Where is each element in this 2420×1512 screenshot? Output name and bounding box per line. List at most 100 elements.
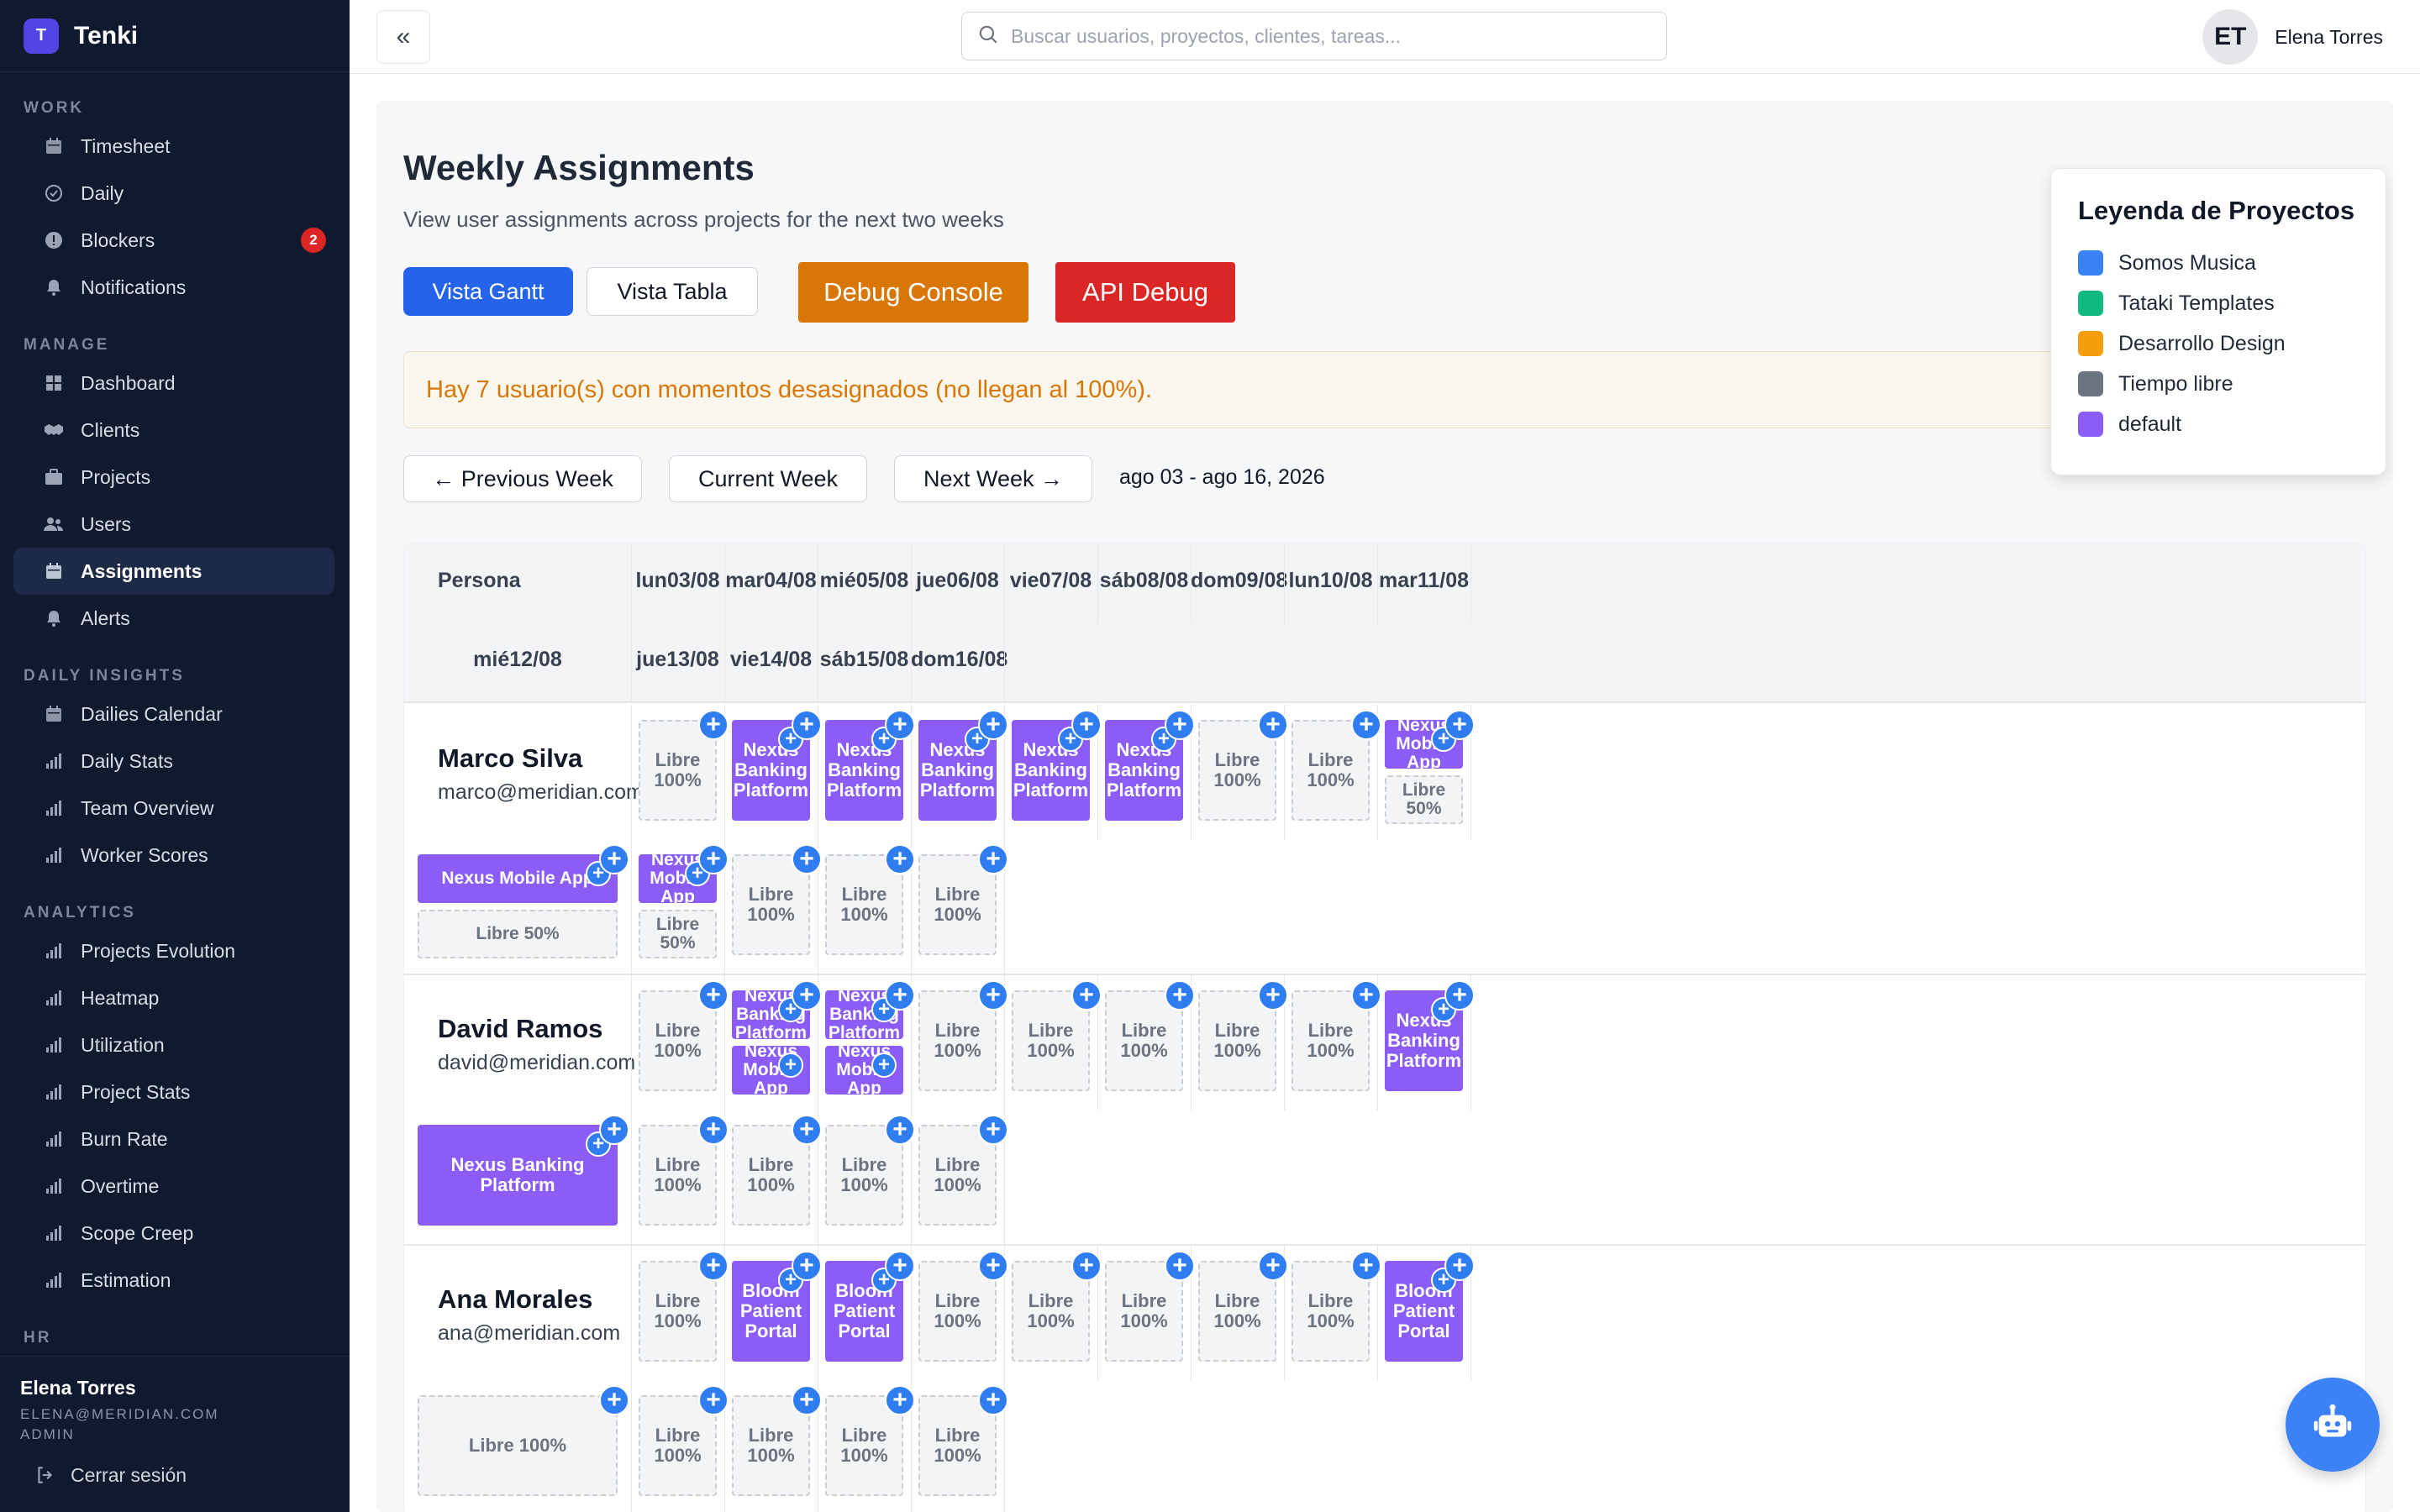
add-assignment-button[interactable]: + [1071, 710, 1102, 740]
add-assignment-button[interactable]: + [885, 1385, 915, 1415]
sidebar-item-daily[interactable]: Daily [13, 170, 334, 217]
free-slot[interactable]: Libre 100% [418, 1395, 618, 1496]
add-assignment-icon[interactable]: + [871, 1053, 897, 1078]
add-assignment-button[interactable]: + [978, 1115, 1008, 1145]
legend-label: default [2118, 412, 2182, 436]
collapse-sidebar-button[interactable]: « [376, 10, 430, 64]
sidebar-item-label: Notifications [81, 276, 187, 298]
column-header-day: lun03/08 [635, 569, 720, 592]
sidebar-item-overtime[interactable]: Overtime [13, 1163, 334, 1210]
column-divider [1004, 543, 1005, 623]
legend-item: default [2078, 404, 2359, 444]
add-assignment-button[interactable]: + [1351, 980, 1381, 1011]
add-assignment-button[interactable]: + [698, 844, 729, 874]
add-assignment-button[interactable]: + [978, 844, 1008, 874]
add-assignment-button[interactable]: + [698, 710, 729, 740]
add-assignment-button[interactable]: + [1165, 980, 1195, 1011]
add-assignment-button[interactable]: + [1444, 980, 1475, 1011]
user-menu[interactable]: ET Elena Torres [2202, 8, 2383, 66]
add-assignment-button[interactable]: + [1258, 710, 1288, 740]
sidebar-item-estimation[interactable]: Estimation [13, 1257, 334, 1304]
add-assignment-button[interactable]: + [978, 710, 1008, 740]
search-input[interactable] [1011, 24, 1649, 48]
add-assignment-button[interactable]: + [885, 1251, 915, 1281]
add-assignment-button[interactable]: + [698, 1115, 729, 1145]
free-slot[interactable]: Libre 50% [418, 910, 618, 958]
sidebar-item-projects-evolution[interactable]: Projects Evolution [13, 927, 334, 974]
free-slot[interactable]: Libre 50% [1385, 775, 1463, 824]
sidebar-item-heatmap[interactable]: Heatmap [13, 974, 334, 1021]
gantt-view-button[interactable]: Vista Gantt [403, 267, 573, 316]
sidebar-item-notifications[interactable]: Notifications [13, 264, 334, 311]
sidebar-item-dailies-calendar[interactable]: Dailies Calendar [13, 690, 334, 738]
add-assignment-button[interactable]: + [978, 1251, 1008, 1281]
add-assignment-button[interactable]: + [792, 1385, 822, 1415]
sidebar: T Tenki WORK Timesheet Daily Blockers 2 Notif… [0, 0, 350, 1512]
add-assignment-button[interactable]: + [1444, 1251, 1475, 1281]
add-assignment-button[interactable]: + [792, 1251, 822, 1281]
add-assignment-button[interactable]: + [1258, 1251, 1288, 1281]
brand[interactable]: T Tenki [0, 0, 350, 72]
add-assignment-button[interactable]: + [698, 1251, 729, 1281]
sidebar-item-daily-stats[interactable]: Daily Stats [13, 738, 334, 785]
column-header-day: dom16/08 [911, 648, 1008, 671]
legend-item: Tataki Templates [2078, 283, 2359, 323]
sidebar-item-projects[interactable]: Projects [13, 454, 334, 501]
sidebar-item-alerts[interactable]: Alerts [13, 595, 334, 642]
add-assignment-button[interactable]: + [885, 1115, 915, 1145]
sidebar-item-scope-creep[interactable]: Scope Creep [13, 1210, 334, 1257]
add-assignment-button[interactable]: + [1165, 1251, 1195, 1281]
sidebar-item-blockers[interactable]: Blockers 2 [13, 217, 334, 264]
add-assignment-button[interactable]: + [599, 1385, 629, 1415]
add-assignment-button[interactable]: + [1444, 710, 1475, 740]
add-assignment-button[interactable]: + [1071, 980, 1102, 1011]
sidebar-item-users[interactable]: Users [13, 501, 334, 548]
sidebar-item-worker-scores[interactable]: Worker Scores [13, 832, 334, 879]
add-assignment-button[interactable]: + [698, 1385, 729, 1415]
previous-week-button[interactable]: ← Previous Week [403, 455, 642, 502]
add-assignment-button[interactable]: + [1071, 1251, 1102, 1281]
column-divider [724, 623, 725, 703]
add-assignment-button[interactable]: + [978, 980, 1008, 1011]
double-chevron-left-icon: « [396, 23, 411, 50]
alert-circle-icon [42, 228, 66, 252]
add-assignment-button[interactable]: + [978, 1385, 1008, 1415]
debug-console-button[interactable]: Debug Console [798, 262, 1028, 323]
free-slot[interactable]: Libre 50% [639, 910, 717, 958]
current-week-button[interactable]: Current Week [669, 455, 867, 502]
add-assignment-button[interactable]: + [599, 844, 629, 874]
sidebar-item-timesheet[interactable]: Timesheet [13, 123, 334, 170]
add-assignment-button[interactable]: + [599, 1115, 629, 1145]
sidebar-item-project-stats[interactable]: Project Stats [13, 1068, 334, 1116]
brand-logo: T [24, 18, 59, 54]
add-assignment-button[interactable]: + [792, 710, 822, 740]
add-assignment-button[interactable]: + [1351, 1251, 1381, 1281]
blockers-count-badge: 2 [301, 228, 326, 253]
sidebar-item-label: Clients [81, 418, 140, 441]
add-assignment-button[interactable]: + [1258, 980, 1288, 1011]
global-search[interactable] [961, 12, 1667, 60]
sidebar-item-dashboard[interactable]: Dashboard [13, 360, 334, 407]
add-assignment-button[interactable]: + [698, 980, 729, 1011]
api-debug-button[interactable]: API Debug [1055, 262, 1235, 323]
add-assignment-button[interactable]: + [792, 1115, 822, 1145]
sidebar-item-team-overview[interactable]: Team Overview [13, 785, 334, 832]
add-assignment-icon[interactable]: + [778, 1053, 803, 1078]
sidebar-item-utilization[interactable]: Utilization [13, 1021, 334, 1068]
logout-button[interactable]: Cerrar sesión [20, 1463, 329, 1487]
legend-list: Somos Musica Tataki Templates Desarrollo D… [2078, 243, 2359, 444]
legend-label: Desarrollo Design [2118, 331, 2286, 355]
sidebar-item-burn-rate[interactable]: Burn Rate [13, 1116, 334, 1163]
add-assignment-button[interactable]: + [1165, 710, 1195, 740]
next-week-button[interactable]: Next Week → [894, 455, 1092, 502]
add-assignment-button[interactable]: + [792, 844, 822, 874]
sidebar-item-clients[interactable]: Clients [13, 407, 334, 454]
assistant-bot-button[interactable] [2286, 1378, 2380, 1472]
add-assignment-button[interactable]: + [792, 980, 822, 1011]
add-assignment-button[interactable]: + [1351, 710, 1381, 740]
add-assignment-button[interactable]: + [885, 980, 915, 1011]
sidebar-item-assignments[interactable]: Assignments [13, 548, 334, 595]
add-assignment-button[interactable]: + [885, 844, 915, 874]
table-view-button[interactable]: Vista Tabla [587, 267, 758, 316]
add-assignment-button[interactable]: + [885, 710, 915, 740]
